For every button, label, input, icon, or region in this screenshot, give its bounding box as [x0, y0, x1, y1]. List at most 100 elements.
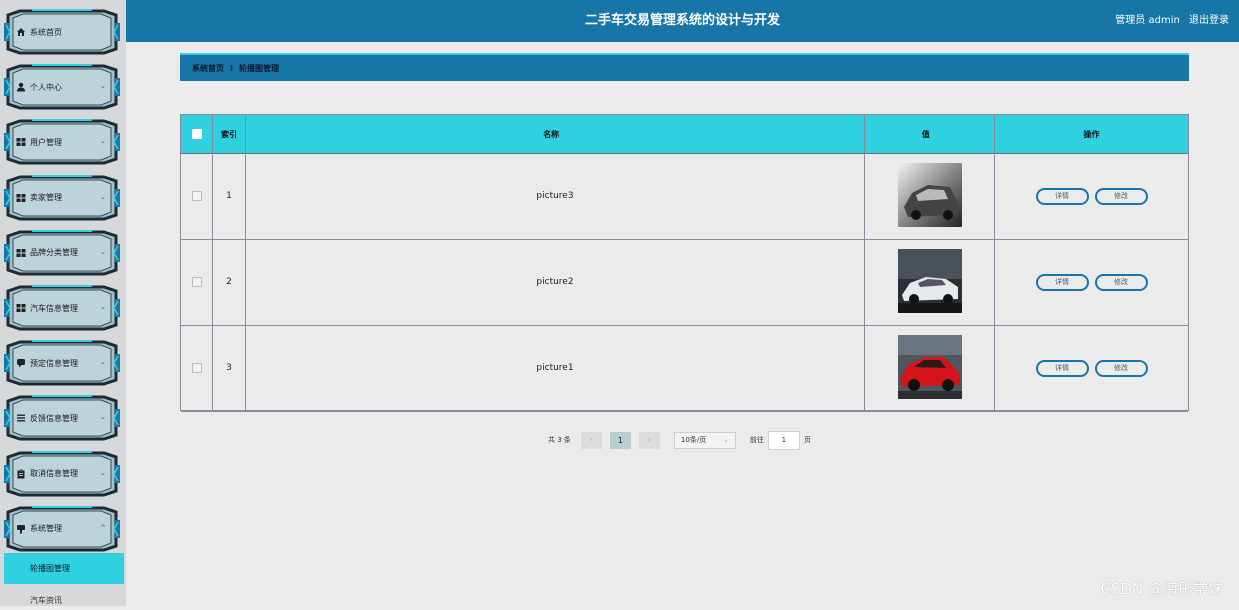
logout-link[interactable]: 退出登录	[1189, 15, 1229, 26]
sort-icon[interactable]: ◇	[562, 131, 567, 138]
header-operation: 操作	[1083, 129, 1100, 139]
breadcrumb-home[interactable]: 系统首页	[192, 63, 224, 74]
chevron-up-icon: ^	[100, 523, 106, 532]
chevron-down-icon: ⌄	[723, 436, 729, 444]
row-checkbox-cell	[181, 153, 213, 239]
sidebar-item[interactable]: 品牌分类管理 ⌄	[4, 229, 120, 276]
sidebar-subitem-carousel[interactable]: 轮播图管理	[4, 553, 124, 584]
row-value	[865, 239, 995, 325]
sidebar-item[interactable]: 系统首页	[4, 9, 120, 55]
edit-button[interactable]: 修改	[1094, 359, 1148, 377]
breadcrumb-separator: ⁝	[230, 63, 234, 73]
row-index: 3	[213, 325, 246, 411]
sort-icon[interactable]: ◇	[933, 131, 938, 138]
select-all-checkbox[interactable]	[191, 129, 202, 139]
top-header: 二手车交易管理系统的设计与开发 管理员 admin 退出登录	[126, 0, 1239, 42]
sidebar-item-inner: 取消信息管理	[16, 461, 110, 487]
row-name: picture2	[246, 239, 865, 325]
page-number[interactable]: 1	[609, 431, 631, 449]
grey-car-image[interactable]	[897, 162, 962, 230]
sidebar-item-label: 反馈信息管理	[30, 413, 78, 423]
cog-icon	[16, 524, 26, 534]
row-value	[865, 153, 995, 239]
sidebar-item[interactable]: 系统管理 ^	[4, 505, 120, 552]
detail-button[interactable]: 详情	[1035, 359, 1089, 377]
red-car-image[interactable]	[897, 334, 962, 402]
header-checkbox-cell	[181, 115, 213, 153]
list-icon	[16, 413, 26, 423]
sidebar-item-label: 系统管理	[30, 524, 62, 534]
row-name: picture3	[246, 153, 865, 239]
sidebar-item[interactable]: 反馈信息管理 ⌄	[4, 395, 120, 441]
chevron-down-icon: ⌄	[100, 468, 106, 477]
grid-icon	[16, 137, 26, 147]
total-count: 共 3 条	[548, 436, 571, 444]
detail-button[interactable]: 详情	[1035, 187, 1089, 205]
app-title: 二手车交易管理系统的设计与开发	[584, 13, 780, 28]
sidebar-item[interactable]: 预定信息管理 ⌄	[4, 340, 120, 386]
row-operations: 详情 修改	[995, 239, 1188, 325]
sidebar-item-label: 预定信息管理	[30, 358, 78, 368]
header-value-label: 值	[921, 129, 930, 139]
sidebar-item-inner: 预定信息管理	[16, 350, 110, 376]
white-car-image[interactable]	[897, 248, 962, 316]
table-row: 2 picture2 详情 修改	[181, 239, 1188, 326]
table-header-row: 索引 名称 ◇ 值 ◇ 操作	[181, 115, 1188, 154]
header-index: 索引	[213, 115, 246, 153]
edit-button[interactable]: 修改	[1094, 187, 1148, 205]
sidebar-item-inner: 系统管理	[16, 516, 110, 542]
grid-icon	[16, 248, 26, 258]
sidebar-item[interactable]: 卖家管理 ⌄	[4, 174, 120, 221]
goto-page-input[interactable]: 1	[767, 430, 800, 450]
sidebar-item[interactable]: 汽车信息管理 ⌄	[4, 285, 120, 331]
row-index: 2	[213, 239, 246, 325]
chevron-down-icon: ⌄	[100, 82, 106, 91]
row-checkbox[interactable]	[191, 363, 202, 373]
row-value	[865, 325, 995, 411]
page-size-value: 10条/页	[680, 436, 707, 444]
grid-icon	[16, 193, 26, 203]
detail-button[interactable]: 详情	[1035, 273, 1089, 291]
clipboard-icon	[16, 469, 26, 479]
header-value[interactable]: 值 ◇	[865, 115, 995, 153]
sidebar-item-inner: 用户管理	[16, 129, 110, 155]
sidebar-item-label: 卖家管理	[30, 193, 62, 203]
breadcrumb-current: 轮播图管理	[239, 63, 280, 73]
sidebar-item[interactable]: 个人中心 ⌄	[4, 64, 120, 110]
goto-label: 前往	[749, 436, 764, 444]
sidebar-item-inner: 系统首页	[16, 19, 110, 45]
sidebar: 系统首页 个人中心 ⌄ 用户管理 ⌄ 卖家管理 ⌄ 品牌分类管理 ⌄ 汽车信息管理 ⌄ 预定信息管理 ⌄…	[0, 0, 126, 606]
pagination: 共 3 条 ‹ 1 › 10条/页 ⌄ 前往 1 页	[548, 430, 811, 450]
row-checkbox[interactable]	[191, 191, 202, 201]
row-operations: 详情 修改	[995, 153, 1188, 239]
header-name-label: 名称	[543, 129, 560, 139]
sidebar-item[interactable]: 取消信息管理 ⌄	[4, 450, 120, 497]
header-name[interactable]: 名称 ◇	[246, 115, 865, 153]
sidebar-item-label: 品牌分类管理	[30, 248, 78, 258]
next-page-button[interactable]: ›	[638, 431, 660, 449]
row-index: 1	[213, 153, 246, 239]
prev-page-button[interactable]: ‹	[580, 431, 602, 449]
home-icon	[16, 27, 26, 37]
sidebar-item-label: 个人中心	[30, 82, 62, 92]
breadcrumb: 系统首页 ⁝ 轮播图管理	[180, 53, 1189, 81]
sidebar-item[interactable]: 用户管理 ⌄	[4, 119, 120, 165]
sidebar-item-label: 用户管理	[30, 137, 62, 147]
sidebar-subitem-car-news[interactable]: 汽车资讯	[4, 590, 124, 610]
sidebar-item-label: 系统首页	[30, 27, 62, 37]
table-row: 3 picture1 详情 修改	[181, 325, 1188, 412]
user-icon	[16, 82, 26, 92]
grid-icon	[16, 303, 26, 313]
chevron-down-icon: ⌄	[100, 358, 106, 367]
edit-button[interactable]: 修改	[1094, 273, 1148, 291]
page-size-select[interactable]: 10条/页 ⌄	[673, 431, 736, 449]
chevron-down-icon: ⌄	[100, 303, 106, 311]
page-unit: 页	[803, 436, 811, 444]
row-operations: 详情 修改	[995, 325, 1188, 411]
row-checkbox[interactable]	[191, 277, 202, 287]
sidebar-item-label: 取消信息管理	[30, 469, 78, 479]
chat-icon	[16, 358, 26, 368]
sidebar-item-inner: 卖家管理	[16, 185, 110, 211]
chevron-down-icon: ⌄	[100, 413, 106, 422]
sidebar-item-inner: 品牌分类管理	[16, 240, 110, 266]
